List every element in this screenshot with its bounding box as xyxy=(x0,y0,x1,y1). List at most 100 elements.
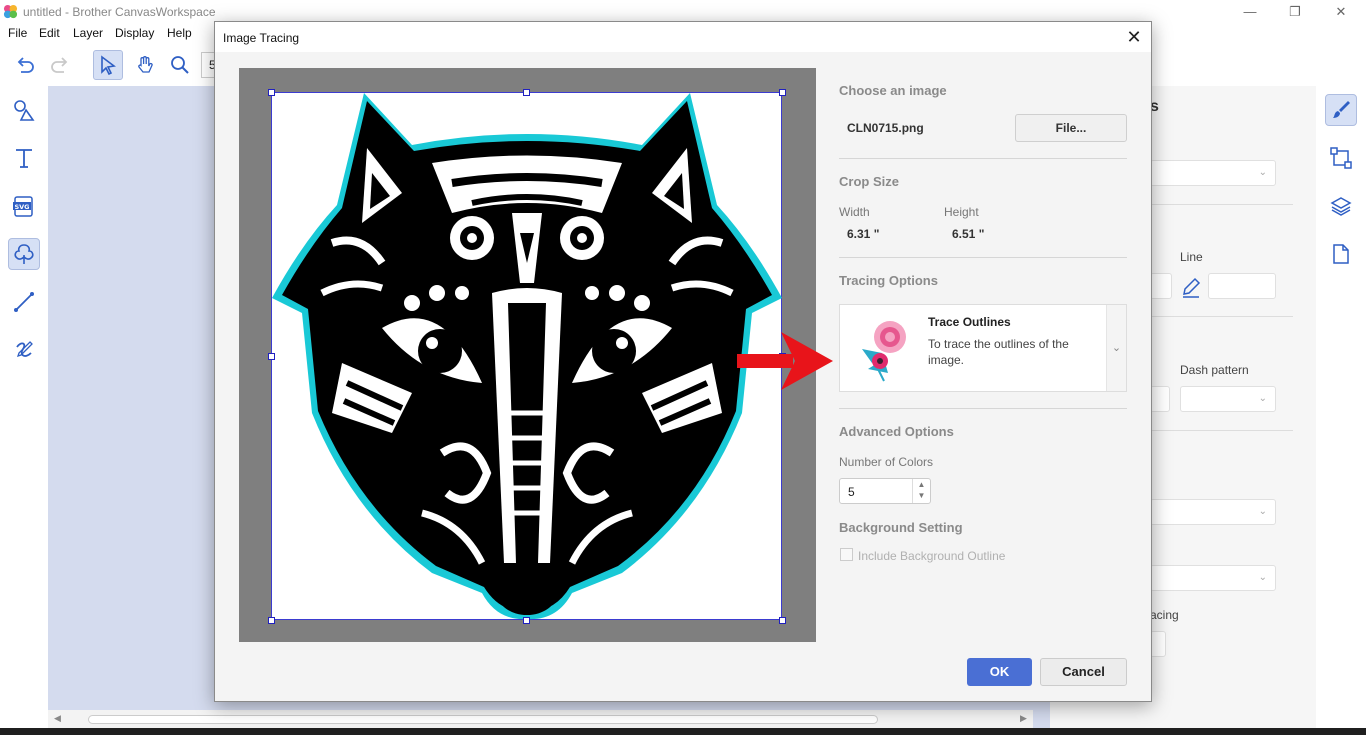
divider xyxy=(839,158,1127,159)
scroll-left-icon[interactable]: ◀ xyxy=(54,713,61,724)
line-width-stepper[interactable] xyxy=(1150,386,1170,412)
number-of-colors-label: Number of Colors xyxy=(839,455,934,469)
svg-import-button[interactable]: SVG xyxy=(8,190,40,222)
include-background-checkbox[interactable] xyxy=(840,548,853,561)
page-icon xyxy=(1333,244,1349,264)
divider xyxy=(839,408,1127,409)
menu-file[interactable]: File xyxy=(8,26,27,40)
magnifier-icon xyxy=(171,56,189,74)
redo-button[interactable] xyxy=(45,50,75,80)
cancel-button[interactable]: Cancel xyxy=(1040,658,1127,686)
pen-icon[interactable] xyxy=(1180,276,1202,298)
crop-handle-br[interactable] xyxy=(779,617,786,624)
chevron-down-icon[interactable]: ⌄ xyxy=(1106,305,1126,391)
os-taskbar xyxy=(0,728,1366,735)
spacing-stepper[interactable] xyxy=(1150,631,1166,657)
scroll-right-icon[interactable]: ▶ xyxy=(1020,713,1027,724)
menu-layer[interactable]: Layer xyxy=(73,26,103,40)
right-toolbar xyxy=(1316,86,1366,735)
crop-handle-tm[interactable] xyxy=(523,89,530,96)
svg-file-icon: SVG xyxy=(13,196,33,217)
height-label: Height xyxy=(944,205,979,219)
crop-size-heading: Crop Size xyxy=(839,174,899,189)
line-icon xyxy=(14,292,34,312)
close-window-button[interactable]: ✕ xyxy=(1326,2,1356,22)
text-icon xyxy=(16,149,32,168)
minimize-button[interactable]: — xyxy=(1235,2,1265,22)
left-toolbar: SVG xyxy=(0,86,48,735)
stepper-up-icon[interactable]: ▲ xyxy=(913,479,930,490)
trace-option-description: To trace the outlines of the image. xyxy=(928,337,1069,367)
transform-icon xyxy=(1330,147,1352,169)
window-title: untitled - Brother CanvasWorkspace xyxy=(23,5,216,19)
advanced-options-heading: Advanced Options xyxy=(839,424,954,439)
include-background-label: Include Background Outline xyxy=(858,549,1006,563)
chevron-down-icon: ⌄ xyxy=(1258,393,1267,404)
spacing-label: acing xyxy=(1150,608,1179,622)
stepper-down-icon[interactable]: ▼ xyxy=(913,490,930,501)
redo-icon xyxy=(51,57,68,73)
dialog-titlebar: Image Tracing ✕ xyxy=(215,22,1151,52)
property-dropdown[interactable]: ⌄ xyxy=(1150,499,1276,525)
number-of-colors-value: 5 xyxy=(848,485,855,499)
dash-pattern-dropdown[interactable]: ⌄ xyxy=(1180,386,1276,412)
select-tool-button[interactable] xyxy=(93,50,123,80)
pan-tool-button[interactable] xyxy=(130,50,160,80)
image-preview[interactable] xyxy=(239,68,816,642)
svg-text:SVG: SVG xyxy=(14,203,29,211)
hand-icon xyxy=(138,56,153,73)
trace-icon xyxy=(14,244,34,264)
height-value: 6.51 " xyxy=(952,227,985,241)
crop-handle-tr[interactable] xyxy=(779,89,786,96)
flower-icon xyxy=(862,321,906,382)
dialog-title: Image Tracing xyxy=(223,31,300,45)
freehand-icon xyxy=(16,341,33,358)
divider xyxy=(1150,430,1293,431)
file-button[interactable]: File... xyxy=(1015,114,1127,142)
chevron-down-icon: ⌄ xyxy=(1258,167,1267,178)
traced-wolf-image xyxy=(272,93,782,620)
divider xyxy=(839,257,1127,258)
text-tool-button[interactable] xyxy=(8,142,40,174)
restore-button[interactable]: ❐ xyxy=(1280,2,1310,22)
page-tab-button[interactable] xyxy=(1325,238,1357,270)
menu-edit[interactable]: Edit xyxy=(39,26,60,40)
crop-handle-bm[interactable] xyxy=(523,617,530,624)
scrollbar-thumb[interactable] xyxy=(88,715,878,724)
crop-handle-tl[interactable] xyxy=(268,89,275,96)
zoom-tool-button[interactable] xyxy=(165,50,195,80)
number-of-colors-stepper[interactable]: 5 ▲ ▼ xyxy=(839,478,931,504)
layers-icon xyxy=(1330,197,1352,216)
crop-handle-ml[interactable] xyxy=(268,353,275,360)
attributes-tab-button[interactable] xyxy=(1325,94,1357,126)
layers-tab-button[interactable] xyxy=(1325,190,1357,222)
edit-points-tab-button[interactable] xyxy=(1325,142,1357,174)
line-color-field[interactable] xyxy=(1208,273,1276,299)
divider xyxy=(1150,316,1293,317)
app-logo-icon xyxy=(3,4,18,19)
image-filename: CLN0715.png xyxy=(847,121,924,135)
width-value: 6.31 " xyxy=(847,227,880,241)
horizontal-scrollbar[interactable]: ◀ ▶ xyxy=(48,710,1033,728)
pointer-icon xyxy=(101,55,116,75)
undo-button[interactable] xyxy=(10,50,40,80)
property-dropdown[interactable]: ⌄ xyxy=(1150,160,1276,186)
freehand-tool-button[interactable] xyxy=(8,334,40,366)
dialog-close-button[interactable]: ✕ xyxy=(1123,26,1145,48)
fill-color-field[interactable] xyxy=(1150,273,1172,299)
line-tool-button[interactable] xyxy=(8,286,40,318)
menu-display[interactable]: Display xyxy=(115,26,154,40)
image-tracing-tool-button[interactable] xyxy=(8,238,40,270)
shapes-tool-button[interactable] xyxy=(8,94,40,126)
divider xyxy=(1150,204,1293,205)
crop-handle-bl[interactable] xyxy=(268,617,275,624)
ok-button[interactable]: OK xyxy=(967,658,1032,686)
shapes-icon xyxy=(14,100,35,121)
stepper-buttons[interactable]: ▲ ▼ xyxy=(912,479,930,503)
menu-help[interactable]: Help xyxy=(167,26,192,40)
choose-image-heading: Choose an image xyxy=(839,83,947,98)
crop-area[interactable] xyxy=(271,92,782,620)
tracing-option-dropdown[interactable]: Trace Outlines To trace the outlines of … xyxy=(839,304,1127,392)
dash-pattern-label: Dash pattern xyxy=(1180,363,1249,377)
property-dropdown[interactable]: ⌄ xyxy=(1150,565,1276,591)
